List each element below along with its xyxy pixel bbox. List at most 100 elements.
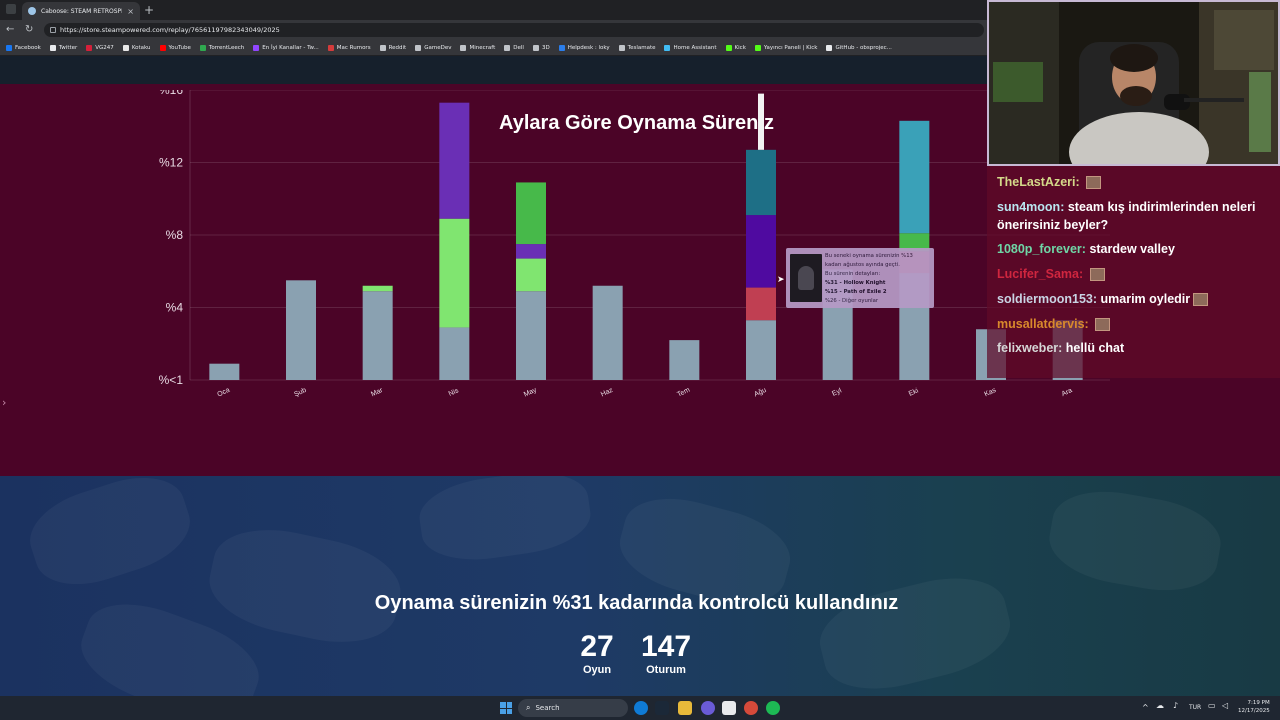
bookmark-label: Home Assistant <box>673 44 717 51</box>
bar-segment[interactable] <box>592 285 623 380</box>
bar-segment[interactable] <box>362 285 393 292</box>
language-indicator[interactable]: TUR <box>1189 704 1201 711</box>
bookmark-icon <box>199 44 206 51</box>
bookmark-item[interactable]: Minecraft <box>460 44 495 51</box>
chevron-left-icon[interactable]: › <box>2 396 6 409</box>
chat-username[interactable]: soldiermoon153: <box>997 292 1097 306</box>
bookmark-item[interactable]: Teslamate <box>618 44 655 51</box>
bar-segment[interactable] <box>516 244 546 259</box>
steam-icon[interactable] <box>655 701 669 715</box>
bookmark-icon <box>159 44 166 51</box>
bookmark-icon <box>86 44 93 51</box>
bookmark-item[interactable]: Dell <box>504 44 524 51</box>
bookmark-item[interactable]: GitHub - obsprojec... <box>826 44 892 51</box>
bookmark-label: Kotaku <box>131 44 151 51</box>
bar-segment[interactable] <box>209 363 240 380</box>
bar-segment[interactable] <box>516 291 546 380</box>
bookmark-item[interactable]: En İyi Kanallar - Tw... <box>253 44 319 51</box>
bookmark-item[interactable]: VG247 <box>86 44 114 51</box>
bookmark-item[interactable]: Reddit <box>379 44 407 51</box>
search-placeholder: Search <box>535 704 560 712</box>
bar-segment[interactable] <box>746 287 776 321</box>
browser-tab[interactable]: Caboose: STEAM RETROSPEKTIFI 2025 × <box>22 2 140 20</box>
chat-username[interactable]: TheLastAzeri: <box>997 175 1080 189</box>
chat-username[interactable]: musallatdervis: <box>997 317 1089 331</box>
bookmark-item[interactable]: Kotaku <box>122 44 151 51</box>
bookmark-item[interactable]: Twitter <box>49 44 77 51</box>
background-controller-shape <box>415 476 595 568</box>
bookmark-label: Yayıncı Paneli | Kick <box>763 44 818 51</box>
chat-username[interactable]: sun4moon: <box>997 200 1064 214</box>
file-explorer-icon[interactable] <box>678 701 692 715</box>
network-icon[interactable]: ▭ <box>1208 701 1216 710</box>
volume-icon[interactable]: ◁ <box>1222 701 1228 710</box>
games-stat: 27 Oyun <box>574 630 620 676</box>
chat-emote-icon <box>1086 176 1102 190</box>
bar-segment[interactable] <box>439 218 470 328</box>
site-info-icon[interactable] <box>50 27 56 33</box>
bookmark-icon <box>826 44 833 51</box>
microphone-icon[interactable]: ♪ <box>1173 701 1178 710</box>
x-tick-label: Eyl <box>831 387 843 398</box>
discord-icon[interactable] <box>701 701 715 715</box>
bookmark-icon <box>725 44 732 51</box>
bookmark-item[interactable]: YouTube <box>159 44 191 51</box>
reload-icon[interactable]: ↻ <box>25 23 33 37</box>
edge-icon[interactable] <box>634 701 648 715</box>
background-controller-shape <box>1043 481 1227 601</box>
bookmark-item[interactable]: Mac Rumors <box>327 44 371 51</box>
tooltip-line: Bu seneki oynama sürenizin %13 <box>825 253 913 259</box>
bookmark-item[interactable]: TorrentLeech <box>199 44 244 51</box>
obs-icon[interactable] <box>722 701 736 715</box>
bookmark-item[interactable]: Facebook <box>6 44 41 51</box>
bar-segment[interactable] <box>746 215 776 288</box>
taskbar-search[interactable]: ⌕ Search <box>518 699 628 717</box>
bar-segment[interactable] <box>516 182 546 245</box>
cloud-icon[interactable]: ☁ <box>1156 701 1164 710</box>
bookmark-item[interactable]: Yayıncı Paneli | Kick <box>754 44 818 51</box>
bookmark-item[interactable]: Home Assistant <box>664 44 717 51</box>
bookmark-label: Mac Rumors <box>336 44 371 51</box>
bar-segment[interactable] <box>362 291 393 380</box>
y-tick-label: %12 <box>159 156 183 170</box>
windows-start-icon[interactable] <box>500 702 512 714</box>
chat-username[interactable]: Lucifer_Sama: <box>997 267 1083 281</box>
bar-segment[interactable] <box>286 280 316 380</box>
bookmark-label: Reddit <box>388 44 407 51</box>
back-icon[interactable]: ← <box>6 23 14 37</box>
chrome-icon[interactable] <box>744 701 758 715</box>
bar-segment[interactable] <box>439 327 470 380</box>
bar-segment[interactable] <box>899 120 930 234</box>
chat-message: felixweber: hellü chat <box>997 339 1272 357</box>
monthly-playtime-chart: %<1 %4 %8 %12 %16 Oca Şub Mar Nis May Haz Tem Ağu Eyl… <box>159 90 1110 399</box>
bar-segment[interactable] <box>669 340 700 380</box>
bookmark-item[interactable]: Helpdesk : loky <box>558 44 610 51</box>
chat-username[interactable]: 1080p_forever: <box>997 242 1086 256</box>
taskbar-clock[interactable]: 7:19 PM 12/17/2025 <box>1238 699 1270 715</box>
games-count: 27 <box>580 630 614 663</box>
bookmark-icon <box>664 44 671 51</box>
url-field[interactable]: https://store.steampowered.com/replay/76… <box>44 23 984 37</box>
bar-segment[interactable] <box>516 258 546 292</box>
bar-segment[interactable] <box>746 149 776 216</box>
chevron-up-icon[interactable]: ^ <box>1142 703 1149 712</box>
chat-username[interactable]: felixweber: <box>997 341 1062 355</box>
close-icon[interactable]: × <box>127 7 134 16</box>
tab-menu-button[interactable] <box>6 4 16 14</box>
games-label: Oyun <box>582 664 612 676</box>
bookmark-label: GameDev <box>424 44 452 51</box>
bookmark-item[interactable]: 3D <box>532 44 550 51</box>
sessions-stat: 147 Oturum <box>636 630 696 676</box>
bar-segment[interactable] <box>746 320 776 380</box>
sessions-label: Oturum <box>646 664 686 676</box>
bookmark-item[interactable]: Kick <box>725 44 746 51</box>
bar-segment[interactable] <box>758 93 764 150</box>
new-tab-button[interactable]: + <box>144 3 154 17</box>
bookmark-icon <box>327 44 334 51</box>
stream-chat: TheLastAzeri: sun4moon: steam kış indiri… <box>987 166 1280 378</box>
sessions-count: 147 <box>640 630 692 663</box>
bookmark-item[interactable]: GameDev <box>415 44 452 51</box>
spotify-icon[interactable] <box>766 701 780 715</box>
bar-segment[interactable] <box>439 102 470 219</box>
chat-emote-icon <box>1095 318 1111 332</box>
